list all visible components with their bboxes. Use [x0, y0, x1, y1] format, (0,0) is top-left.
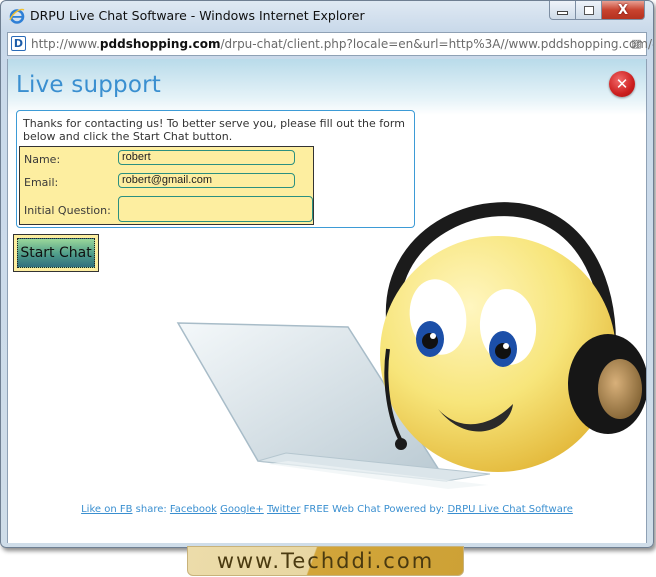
minimize-button[interactable]: [549, 1, 576, 20]
maximize-icon: [583, 5, 594, 15]
watermark-banner: www.Techddi.com: [187, 546, 464, 576]
site-favicon-icon: D: [11, 36, 26, 51]
start-chat-wrapper: Start Chat: [13, 234, 99, 272]
support-smiley-illustration: [176, 202, 646, 489]
intro-text: Thanks for contacting us! To better serv…: [23, 117, 405, 143]
url-prefix: http://www.: [31, 37, 100, 51]
email-label: Email:: [24, 176, 59, 189]
window-controls: X: [549, 1, 645, 21]
maximize-button[interactable]: [576, 1, 602, 20]
compatibility-view-icon[interactable]: ▨: [630, 37, 643, 50]
watermark-text: www.Techddi.com: [216, 549, 435, 573]
footer-links: Like on FB share: Facebook Google+ Twitt…: [8, 504, 646, 515]
close-icon: X: [617, 2, 629, 18]
url-path: /drpu-chat/client.php?locale=en&url=http…: [220, 37, 654, 51]
name-label: Name:: [24, 153, 61, 166]
name-input[interactable]: robert: [118, 150, 295, 165]
share-label: share:: [132, 504, 170, 515]
title-bar[interactable]: DRPU Live Chat Software - Windows Intern…: [1, 1, 653, 31]
drpu-live-chat-link[interactable]: DRPU Live Chat Software: [447, 504, 572, 515]
close-chat-button[interactable]: ✕: [609, 71, 635, 97]
internet-explorer-icon: [9, 8, 25, 24]
minimize-icon: [557, 10, 568, 15]
question-label: Initial Question:: [24, 204, 111, 217]
like-on-fb-link[interactable]: Like on FB: [81, 504, 132, 515]
powered-by-text: FREE Web Chat Powered by:: [300, 504, 448, 515]
email-input[interactable]: robert@gmail.com: [118, 173, 295, 188]
page-title: Live support: [16, 72, 161, 98]
twitter-link[interactable]: Twitter: [267, 504, 301, 515]
address-bar[interactable]: D http://www.pddshopping.com/drpu-chat/c…: [7, 32, 653, 56]
page-content: Live support ✕ Thanks for contacting us!…: [7, 59, 647, 543]
googleplus-link[interactable]: Google+: [220, 504, 264, 515]
facebook-link[interactable]: Facebook: [170, 504, 217, 515]
close-icon: ✕: [615, 75, 629, 93]
browser-window: DRPU Live Chat Software - Windows Intern…: [0, 0, 654, 548]
window-close-button[interactable]: X: [602, 1, 645, 20]
start-chat-button[interactable]: Start Chat: [17, 238, 95, 268]
smiley-face-image: [380, 202, 646, 472]
window-title: DRPU Live Chat Software - Windows Intern…: [30, 8, 365, 23]
url-domain: pddshopping.com: [99, 37, 221, 51]
url-text[interactable]: http://www.pddshopping.com/drpu-chat/cli…: [31, 37, 654, 51]
